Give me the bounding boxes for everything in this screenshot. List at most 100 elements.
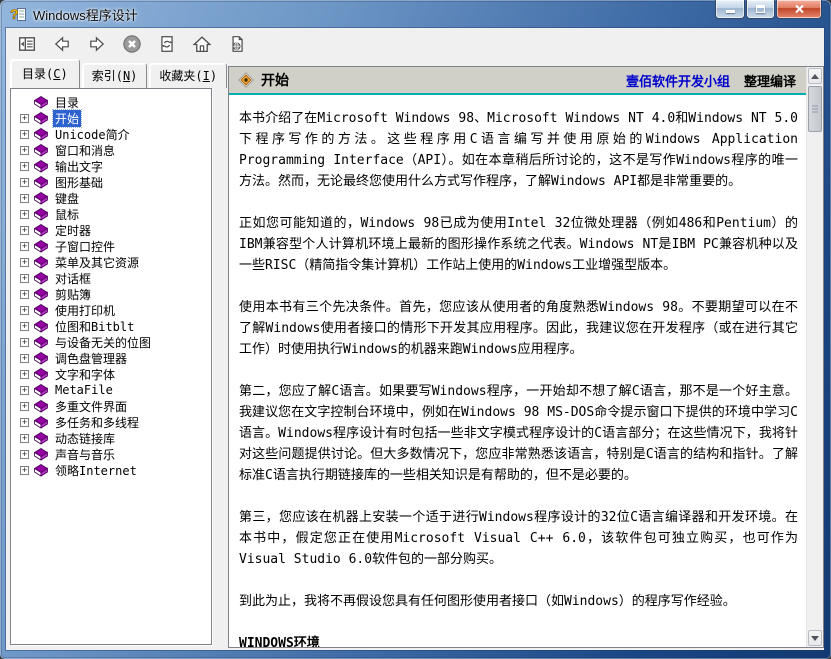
home-button[interactable] [189,31,215,57]
expand-plus-icon[interactable]: + [20,322,29,331]
tree-item-label: 多重文件界面 [53,398,129,415]
credit-suffix: 整理编译 [744,75,796,90]
tree-item-label: 动态链接库 [53,430,117,447]
content-scrollbar[interactable] [806,67,823,647]
book-icon [34,288,48,301]
expand-plus-icon[interactable]: + [20,226,29,235]
paragraph: 本书介绍了在Microsoft Windows 98、Microsoft Win… [239,108,798,192]
topic-pane: 开始 壹佰软件开发小组整理编译 本书介绍了在Microsoft Windows … [228,66,824,648]
toolbar [6,28,824,60]
book-icon [34,160,48,173]
book-icon [34,272,48,285]
tab-contents[interactable]: 目录(C) [10,59,80,88]
expand-plus-icon[interactable]: + [20,258,29,267]
expand-plus-icon[interactable]: + [20,354,29,363]
tree-item[interactable]: + 鼠标 [13,206,209,222]
tab-accel: I [203,69,210,83]
minimize-button[interactable] [715,0,745,19]
back-button[interactable] [49,31,75,57]
expand-plus-icon[interactable]: + [20,386,29,395]
expand-plus-icon[interactable]: + [20,450,29,459]
tree-item[interactable]: +Unicode简介 [13,126,209,142]
tree-item[interactable]: +定时器 [13,222,209,238]
expand-plus-icon[interactable]: + [20,210,29,219]
close-icon [794,4,805,14]
tree-item[interactable]: +对话框 [13,270,209,286]
credit-link[interactable]: 壹佰软件开发小组 [626,75,730,90]
tree-item[interactable]: +声音与音乐 [13,446,209,462]
tree-item-label: 鼠标 [53,206,81,223]
book-icon [34,96,48,109]
maximize-icon [756,5,765,13]
tree-item[interactable]: +剪贴簿 [13,286,209,302]
close-button[interactable] [776,0,822,19]
expand-plus-icon[interactable]: + [20,162,29,171]
tree-item[interactable]: + 使用打印机 [13,302,209,318]
tree-item[interactable]: +领略Internet [13,462,209,478]
tree-item[interactable]: +输出文字 [13,158,209,174]
tree-item[interactable]: +目录 [13,94,209,110]
tab-index[interactable]: 索引(N) [82,63,148,88]
expand-plus-icon[interactable]: + [20,178,29,187]
tree-item[interactable]: +菜单及其它资源 [13,254,209,270]
expand-plus-icon[interactable]: + [20,306,29,315]
tree-item[interactable]: +开始 [13,110,209,126]
tree-item[interactable]: +位图和Bitblt [13,318,209,334]
expand-plus-icon[interactable]: + [20,434,29,443]
book-icon [34,208,48,221]
expand-plus-icon[interactable]: + [20,370,29,379]
scroll-down-button[interactable] [808,630,822,646]
expand-plus-icon[interactable]: + [20,146,29,155]
svg-text:?: ? [10,6,19,22]
forward-button[interactable] [84,31,110,57]
tree-item[interactable]: + 文字和字体 [13,366,209,382]
tree-item[interactable]: + 多重文件界面 [13,398,209,414]
expand-plus-icon[interactable]: + [20,338,29,347]
back-icon [52,35,72,53]
book-icon [34,144,48,157]
expand-plus-icon[interactable]: + [20,290,29,299]
topic-title: 开始 [261,70,289,90]
book-icon [34,432,48,445]
scroll-thumb[interactable] [808,86,822,132]
book-icon [34,448,48,461]
tree-item[interactable]: +与设备无关的位图 [13,334,209,350]
expand-plus-icon[interactable]: + [20,114,29,123]
tree-item-label: 文字和字体 [53,366,117,383]
expand-plus-icon[interactable]: + [20,130,29,139]
book-icon [34,464,48,477]
tab-favorites[interactable]: 收藏夹(I) [149,63,227,88]
tree-item-label: MetaFile [53,383,115,397]
maximize-button[interactable] [746,0,775,19]
pane-splitter[interactable] [218,60,228,650]
expand-plus-icon[interactable]: + [20,242,29,251]
tree-item[interactable]: + 动态链接库 [13,430,209,446]
expand-plus-icon[interactable]: + [20,194,29,203]
tree-item[interactable]: +调色盘管理器 [13,350,209,366]
expand-plus-icon[interactable]: + [20,274,29,283]
tree-item[interactable]: + 多任务和多线程 [13,414,209,430]
tree-item[interactable]: + MetaFile [13,382,209,398]
title-bar[interactable]: ? Windows程序设计 [0,0,831,28]
refresh-button[interactable] [154,31,180,57]
tree-item-label: 使用打印机 [53,302,117,319]
tree-item-label: 多任务和多线程 [53,414,141,431]
expand-plus-icon[interactable]: + [20,418,29,427]
topic-diamond-icon [238,72,254,88]
expand-plus-icon[interactable]: + [20,402,29,411]
nav-tabstrip: 目录(C) 索引(N) 收藏夹(I) [10,62,218,88]
tree-item-label: 窗口和消息 [53,142,117,159]
stop-button[interactable] [119,31,145,57]
page-globe-button[interactable] [224,31,250,57]
scroll-up-button[interactable] [808,68,822,84]
hide-panel-button[interactable] [14,31,40,57]
tab-label: ) [130,69,137,83]
toc-tree[interactable]: +目录+开始+Unicode简介+窗口和消息+输出文字+图形基础+键盘+鼠标+定… [10,88,212,645]
tree-item[interactable]: +键盘 [13,190,209,206]
tree-item[interactable]: + 窗口和消息 [13,142,209,158]
expand-plus-icon[interactable]: + [20,466,29,475]
tree-item[interactable]: +图形基础 [13,174,209,190]
tree-item[interactable]: +子窗口控件 [13,238,209,254]
stop-icon [122,34,142,54]
tab-label: 索引( [92,69,123,83]
